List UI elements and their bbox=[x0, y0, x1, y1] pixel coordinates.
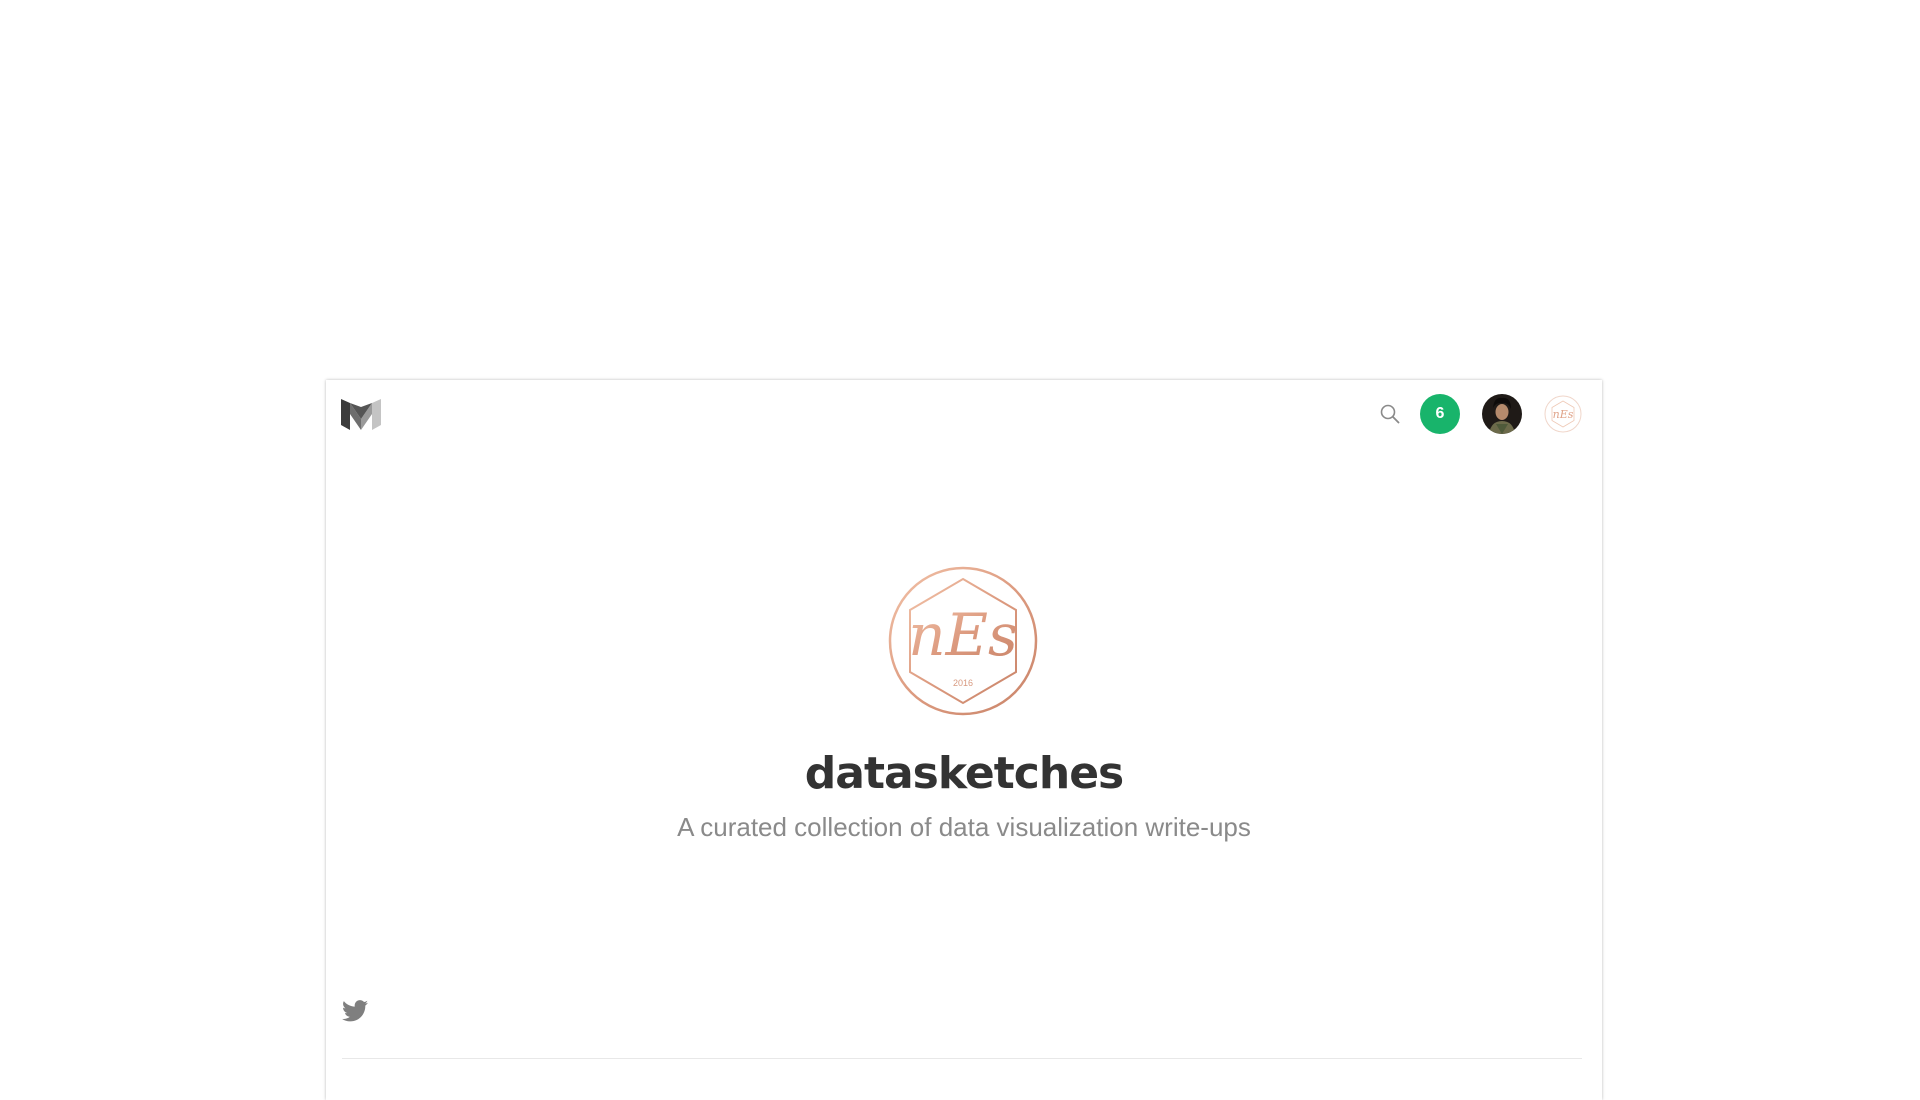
publication-avatar-image: nEs bbox=[1544, 395, 1582, 433]
top-navigation-bar: 6 nEs bbox=[326, 380, 1602, 446]
user-avatar[interactable] bbox=[1482, 394, 1522, 434]
user-avatar-image bbox=[1482, 394, 1522, 434]
browser-page: 6 nEs nEs 2016 datasketches A curated co… bbox=[326, 380, 1602, 1100]
search-icon[interactable] bbox=[1378, 402, 1402, 426]
publication-title: datasketches bbox=[804, 748, 1125, 799]
section-divider bbox=[342, 1058, 1582, 1059]
publication-logo-script: nEs bbox=[908, 601, 1017, 669]
medium-logo-icon[interactable] bbox=[341, 397, 381, 430]
publication-avatar[interactable]: nEs bbox=[1544, 395, 1582, 433]
publication-tagline: A curated collection of data visualizati… bbox=[677, 812, 1251, 842]
header-actions: 6 nEs bbox=[1378, 394, 1582, 434]
publication-logo: nEs 2016 bbox=[888, 566, 1038, 716]
notification-badge[interactable]: 6 bbox=[1420, 394, 1460, 434]
svg-text:nEs: nEs bbox=[1553, 408, 1574, 421]
publication-logo-year: 2016 bbox=[953, 678, 973, 688]
twitter-icon[interactable] bbox=[342, 1000, 368, 1022]
